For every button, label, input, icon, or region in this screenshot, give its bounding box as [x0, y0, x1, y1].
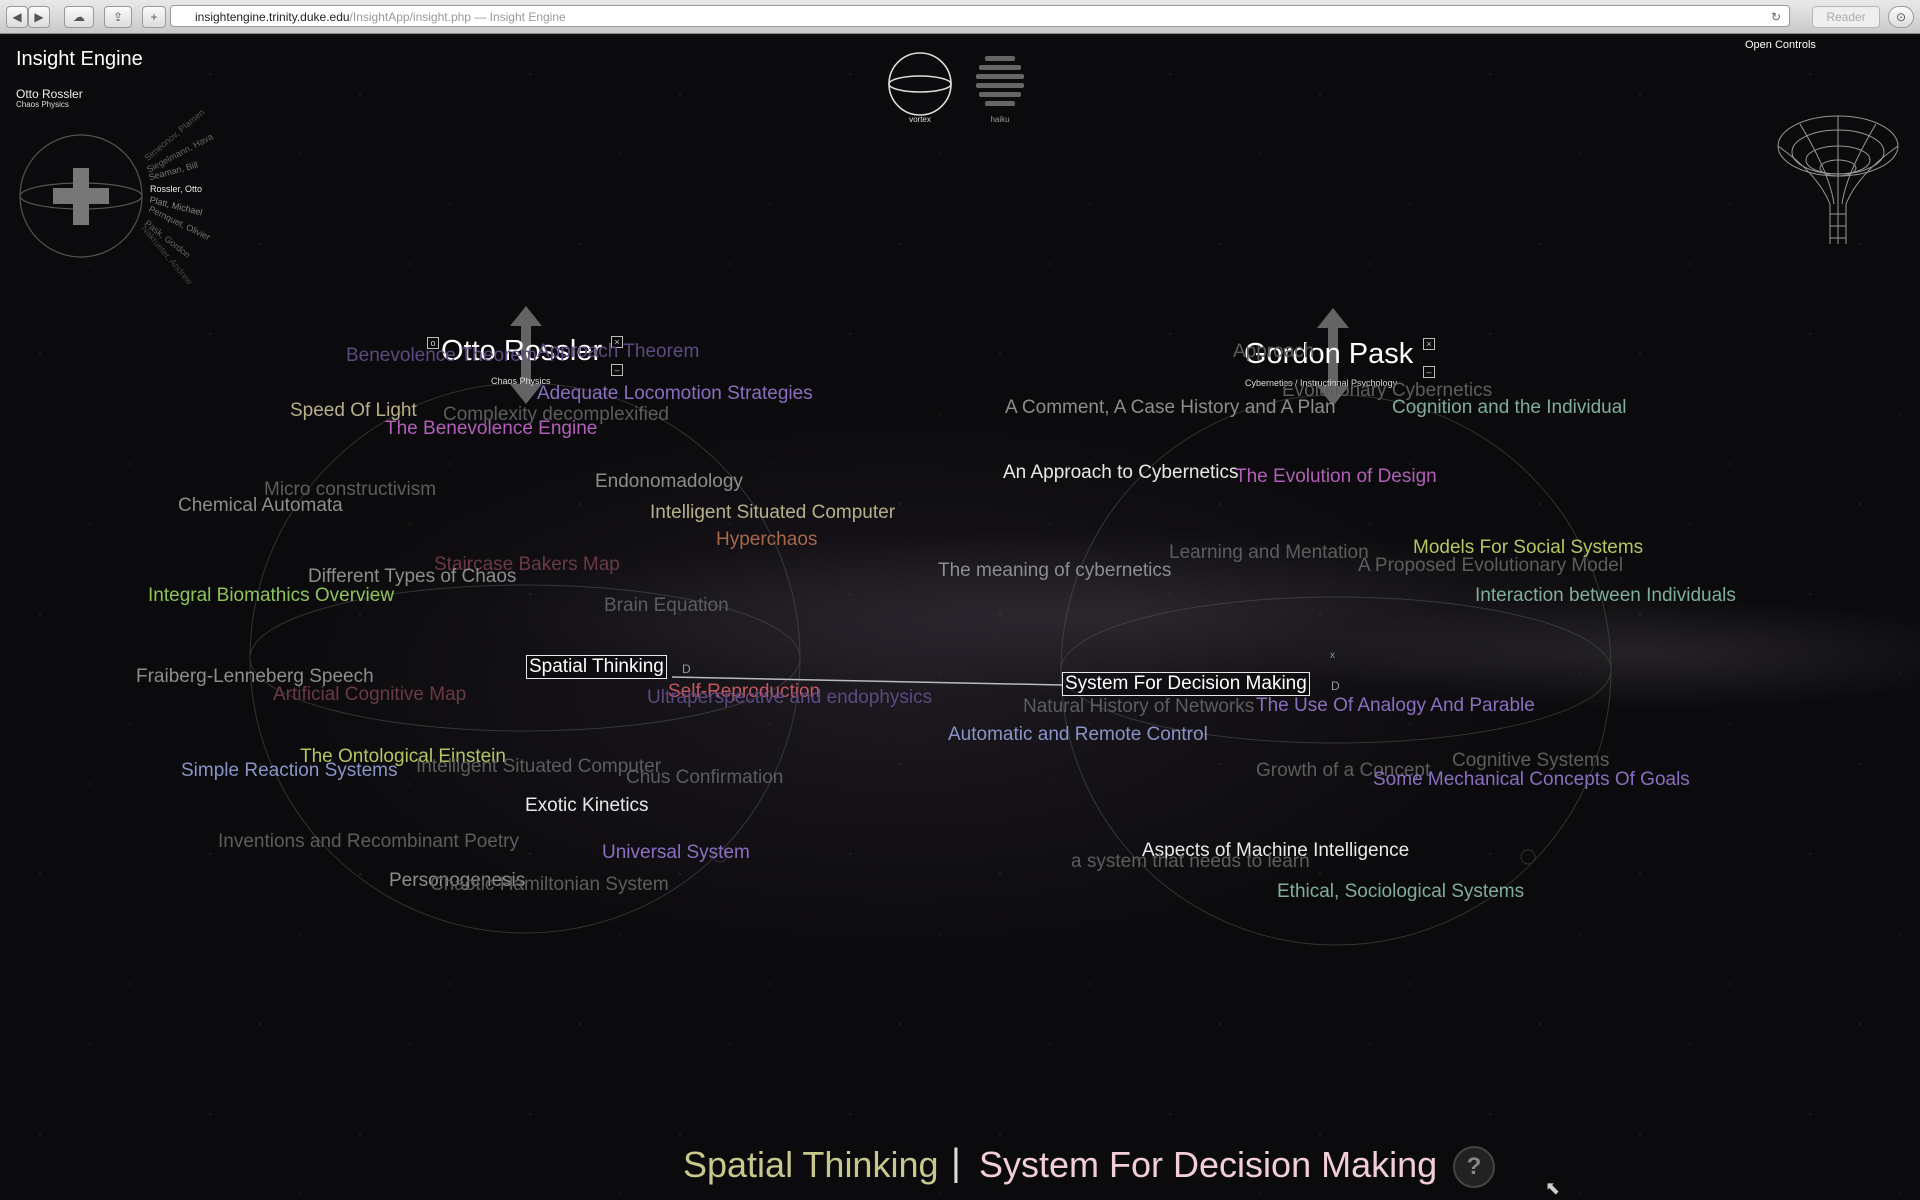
- open-controls-link[interactable]: Open Controls: [1745, 39, 1816, 51]
- left-selected-topic[interactable]: Spatial Thinking: [526, 655, 667, 679]
- left-topic[interactable]: Endonomadology: [595, 471, 743, 493]
- right-topic[interactable]: Ethical, Sociological Systems: [1277, 881, 1524, 903]
- right-topic[interactable]: Natural History of Networks: [1023, 696, 1254, 718]
- right-topic[interactable]: The Evolution of Design: [1235, 466, 1437, 488]
- forward-button[interactable]: ▶: [28, 6, 50, 28]
- right-sphere-equator: [1060, 596, 1612, 744]
- left-topic[interactable]: Simple Reaction Systems: [181, 760, 397, 782]
- mini-sphere-icon: [19, 134, 143, 258]
- left-topic[interactable]: The Benevolence Engine: [385, 418, 597, 440]
- left-author-minimize-button[interactable]: –: [611, 364, 623, 376]
- left-topic[interactable]: Chemical Automata: [178, 495, 343, 517]
- left-topic[interactable]: Universal System: [602, 842, 750, 864]
- left-topic[interactable]: Intelligent Situated Computer: [416, 756, 661, 778]
- right-topic[interactable]: Automatic and Remote Control: [948, 724, 1208, 746]
- browser-toolbar: ◀ ▶ ☁ ⇪ + insightengine.trinity.duke.edu…: [0, 0, 1920, 34]
- back-button[interactable]: ◀: [6, 6, 28, 28]
- right-topic[interactable]: Some Mechanical Concepts Of Goals: [1373, 769, 1690, 791]
- left-topic[interactable]: Benevolence Theorem: [346, 345, 537, 367]
- vortex-icon: [888, 52, 952, 116]
- left-topic[interactable]: Exotic Kinetics: [525, 795, 649, 817]
- left-topic[interactable]: Approach Theorem: [537, 341, 699, 363]
- right-topic[interactable]: Cognition and the Individual: [1392, 397, 1627, 419]
- left-topic[interactable]: Inventions and Recombinant Poetry: [218, 831, 519, 853]
- left-topic[interactable]: Chaotic Hamiltonian System: [430, 874, 669, 896]
- right-topic[interactable]: Learning and Mentation: [1169, 542, 1369, 564]
- url-host: insightengine.trinity.duke.edu: [195, 10, 350, 24]
- left-move-up-arrow: [510, 306, 542, 326]
- link-close-mark[interactable]: x: [1330, 650, 1335, 661]
- right-sphere-handle: [1520, 849, 1536, 865]
- mini-author-field: Chaos Physics: [16, 100, 69, 109]
- left-topic[interactable]: Hyperchaos: [716, 529, 817, 551]
- left-delete-mark[interactable]: D: [682, 662, 691, 676]
- visualization-canvas[interactable]: Insight Engine Open Controls vortex haik…: [0, 34, 1920, 1200]
- right-move-up-arrow: [1317, 308, 1349, 328]
- left-topic[interactable]: Integral Biomathics Overview: [148, 585, 394, 607]
- left-topic[interactable]: Brain Equation: [604, 595, 729, 617]
- right-topic[interactable]: An Approach to Cybernetics: [1003, 462, 1239, 484]
- footer-right-topic: System For Decision Making: [979, 1144, 1438, 1185]
- help-button[interactable]: ?: [1453, 1146, 1495, 1188]
- sphere-wireframes: [19, 52, 1899, 946]
- vortex-label[interactable]: vortex: [888, 115, 952, 124]
- right-topic[interactable]: a system that needs to learn: [1071, 851, 1310, 873]
- right-selected-topic[interactable]: System For Decision Making: [1062, 672, 1310, 696]
- downloads-icon[interactable]: ⊙: [1888, 6, 1914, 28]
- right-author-minimize-button[interactable]: –: [1423, 366, 1435, 378]
- right-author-close-button[interactable]: ×: [1423, 338, 1435, 350]
- right-delete-mark[interactable]: D: [1331, 679, 1340, 693]
- left-topic[interactable]: Chus Confirmation: [626, 767, 783, 789]
- right-topic[interactable]: Approach: [1233, 341, 1314, 363]
- share-icon[interactable]: ⇪: [104, 6, 132, 28]
- page-title: — Insight Engine: [470, 10, 566, 24]
- left-topic[interactable]: Intelligent Situated Computer: [650, 502, 895, 524]
- right-topic[interactable]: A Proposed Evolutionary Model: [1358, 555, 1623, 577]
- right-topic[interactable]: The Use Of Analogy And Parable: [1256, 695, 1535, 717]
- right-topic[interactable]: Interaction between Individuals: [1475, 585, 1736, 607]
- left-topic[interactable]: Artificial Cognitive Map: [273, 684, 466, 706]
- reader-button[interactable]: Reader: [1812, 6, 1880, 28]
- address-bar[interactable]: insightengine.trinity.duke.edu/InsightAp…: [170, 5, 1790, 27]
- right-topic[interactable]: A Comment, A Case History and A Plan: [1005, 397, 1336, 419]
- footer-separator: |: [951, 1142, 961, 1184]
- footer-left-topic: Spatial Thinking: [683, 1144, 939, 1185]
- app-title: Insight Engine: [16, 48, 143, 70]
- left-topic[interactable]: Ultraperspective and endophysics: [647, 687, 932, 709]
- url-path: /InsightApp/insight.php: [349, 10, 471, 24]
- haiku-label[interactable]: haiku: [970, 115, 1030, 124]
- mouse-cursor-icon: ⬉: [1545, 1178, 1561, 1198]
- reload-icon[interactable]: ↻: [1771, 6, 1781, 28]
- right-topic[interactable]: The meaning of cybernetics: [938, 560, 1171, 582]
- icloud-icon[interactable]: ☁: [64, 6, 94, 28]
- left-topic[interactable]: Adequate Locomotion Strategies: [537, 383, 813, 405]
- mini-author-name[interactable]: Otto Rossler: [16, 87, 83, 101]
- new-tab-button[interactable]: +: [142, 6, 166, 28]
- wormhole-icon: [1777, 115, 1899, 244]
- dial-item[interactable]: Rossler, Otto: [150, 184, 202, 194]
- haiku-icon: [976, 56, 1024, 106]
